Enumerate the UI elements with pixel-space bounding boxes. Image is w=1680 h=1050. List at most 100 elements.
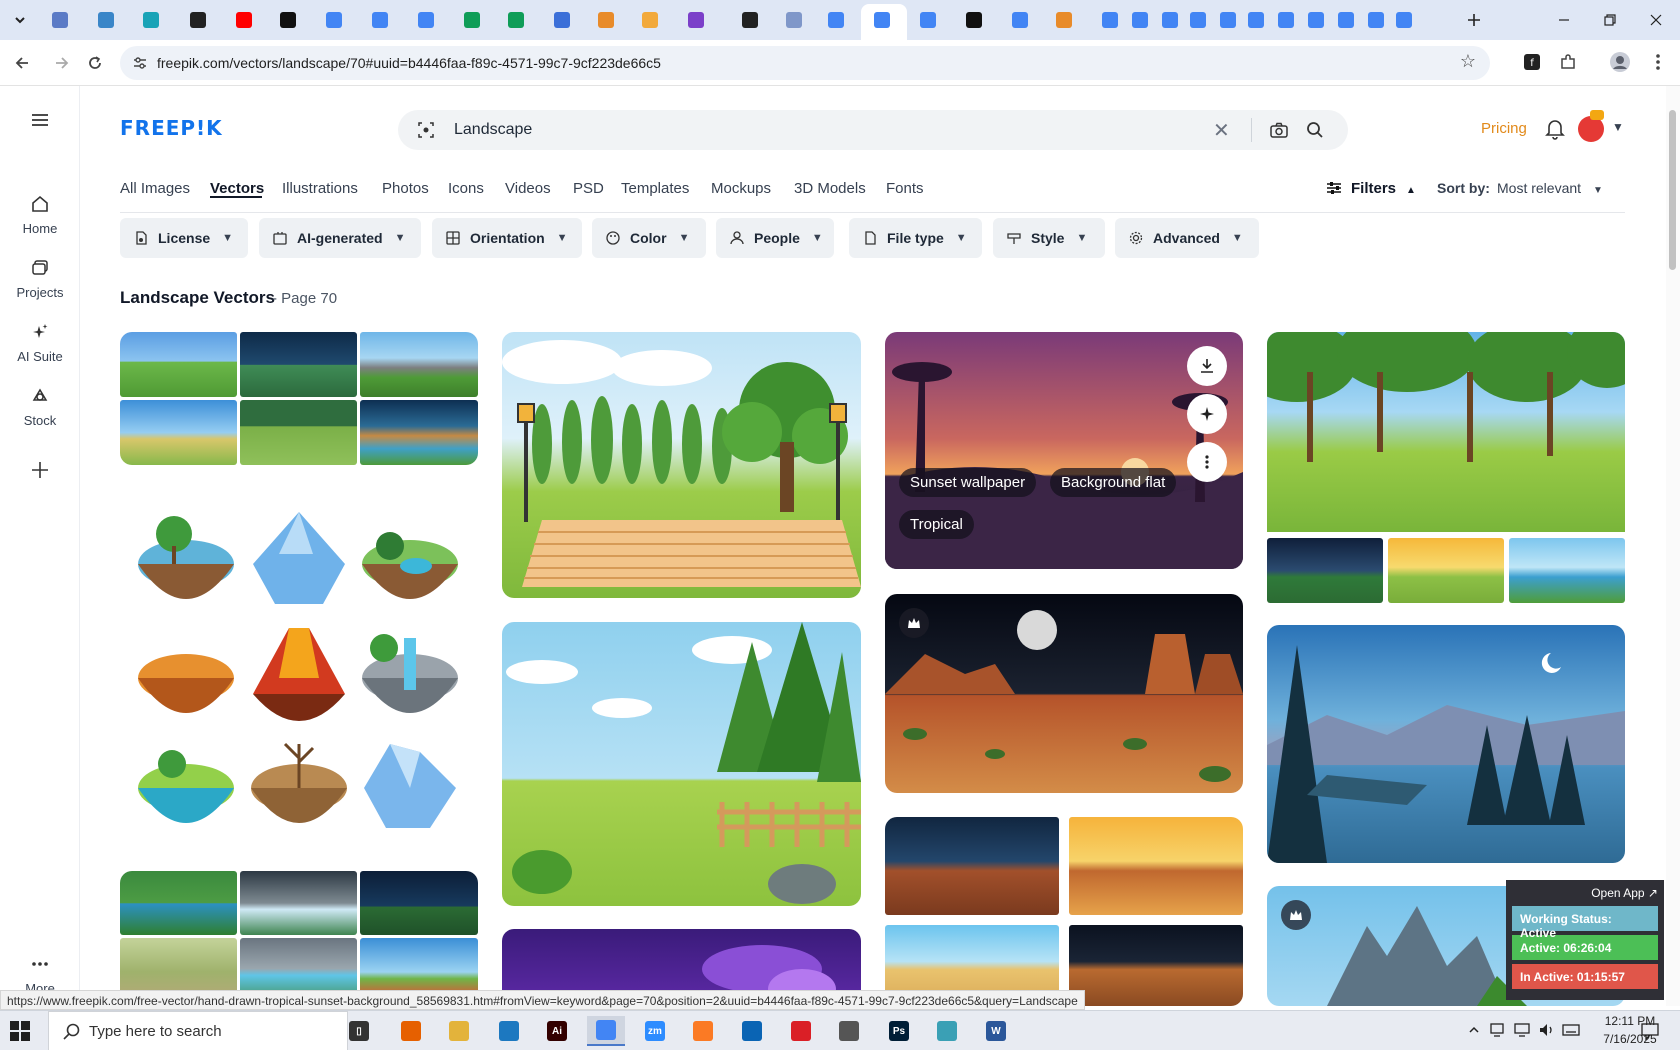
notifications-bell-icon[interactable] (1545, 118, 1565, 140)
profile-button[interactable] (1608, 50, 1632, 74)
browser-tab[interactable] (820, 6, 852, 34)
browser-tab[interactable] (1004, 6, 1036, 34)
taskbar-app-file-explorer[interactable] (440, 1016, 478, 1046)
browser-tab[interactable] (1240, 6, 1272, 34)
chevron-up-icon[interactable] (1468, 1024, 1480, 1036)
sidebar-item-home[interactable]: Home (0, 194, 80, 238)
tab-search-button[interactable] (4, 6, 36, 34)
taskbar-app-illustrator[interactable]: Ai (538, 1016, 576, 1046)
scrollbar-thumb[interactable] (1669, 110, 1676, 270)
tab-fonts[interactable]: Fonts (886, 180, 924, 197)
browser-tab[interactable] (734, 6, 766, 34)
browser-tab[interactable] (456, 6, 488, 34)
sidebar-item-ai-suite[interactable]: AI Suite (0, 322, 80, 366)
browser-tab[interactable] (410, 6, 442, 34)
more-options-button[interactable] (1187, 442, 1227, 482)
browser-tab[interactable] (228, 6, 260, 34)
ai-edit-button[interactable] (1187, 394, 1227, 434)
browser-tab[interactable] (500, 6, 532, 34)
user-avatar[interactable] (1578, 110, 1604, 142)
tab-psd[interactable]: PSD (573, 180, 604, 197)
taskbar-app-zoom[interactable]: zm (636, 1016, 674, 1046)
browser-tab[interactable] (272, 6, 304, 34)
freepik-logo[interactable]: FREEP!K (120, 116, 223, 140)
page-scrollbar[interactable] (1666, 86, 1680, 1006)
browser-tab[interactable] (680, 6, 712, 34)
taskbar-app-chrome[interactable] (587, 1016, 625, 1046)
taskbar-app-pen-tool[interactable] (830, 1016, 868, 1046)
browser-tab[interactable] (866, 6, 898, 34)
filter-color[interactable]: Color ▼ (592, 218, 706, 258)
browser-tab[interactable] (1270, 6, 1302, 34)
filter-ai-generated[interactable]: AI-generated ▼ (259, 218, 421, 258)
browser-tab[interactable] (1388, 6, 1420, 34)
browser-tab[interactable] (634, 6, 666, 34)
browser-tab[interactable] (778, 6, 810, 34)
address-bar[interactable]: freepik.com/vectors/landscape/70#uuid=b4… (120, 46, 1490, 80)
bookmark-star-icon[interactable]: ☆ (1460, 51, 1476, 72)
new-tab-button[interactable] (1458, 6, 1490, 34)
image-card-hovered[interactable]: Sunset wallpaper Background flat Tropica… (885, 332, 1243, 569)
filter-orientation[interactable]: Orientation ▼ (432, 218, 582, 258)
search-icon[interactable] (1306, 121, 1324, 139)
browser-tab[interactable] (90, 6, 122, 34)
extension-icon[interactable]: f (1520, 50, 1544, 74)
browser-tab[interactable] (912, 6, 944, 34)
close-window-button[interactable] (1636, 8, 1676, 32)
browser-tab[interactable] (546, 6, 578, 34)
back-button[interactable] (7, 48, 37, 78)
tag-chip[interactable]: Background flat (1050, 468, 1177, 497)
browser-tab[interactable] (1094, 6, 1126, 34)
search-input[interactable]: Landscape (454, 121, 532, 139)
image-card[interactable] (502, 332, 861, 598)
open-app-link[interactable]: Open App ↗ (1512, 886, 1658, 900)
minimize-button[interactable] (1544, 8, 1584, 32)
taskbar-app-xampp[interactable] (684, 1016, 722, 1046)
sidebar-item-projects[interactable]: Projects (0, 258, 80, 302)
keyboard-icon[interactable] (1562, 1022, 1580, 1038)
chevron-down-icon[interactable]: ▼ (1612, 120, 1624, 134)
image-card[interactable] (885, 817, 1243, 1006)
taskbar-app-firefox[interactable] (392, 1016, 430, 1046)
tab-mockups[interactable]: Mockups (711, 180, 771, 197)
filter-people[interactable]: People ▼ (716, 218, 834, 258)
volume-icon[interactable] (1538, 1022, 1556, 1038)
image-card[interactable] (120, 332, 478, 465)
taskbar-app-vs-code[interactable] (490, 1016, 528, 1046)
tag-chip[interactable]: Tropical (899, 510, 974, 539)
pricing-link[interactable]: Pricing (1481, 120, 1527, 137)
tab-3d-models[interactable]: 3D Models (794, 180, 866, 197)
image-card[interactable] (502, 622, 861, 906)
camera-search-icon[interactable] (1270, 122, 1288, 138)
browser-tab[interactable] (1182, 6, 1214, 34)
add-button[interactable] (0, 460, 80, 486)
browser-tab[interactable] (135, 6, 167, 34)
browser-tab[interactable] (364, 6, 396, 34)
display-icon[interactable] (1514, 1022, 1532, 1038)
taskbar-app-outlook[interactable] (733, 1016, 771, 1046)
image-card[interactable] (1267, 625, 1625, 863)
tab-all-images[interactable]: All Images (120, 180, 190, 197)
taskbar-search[interactable]: Type here to search (48, 1011, 348, 1050)
restore-button[interactable] (1590, 8, 1630, 32)
image-card[interactable] (120, 492, 478, 930)
filter-license[interactable]: License ▼ (120, 218, 248, 258)
tab-illustrations[interactable]: Illustrations (282, 180, 358, 197)
taskbar-app-task-view[interactable]: ▯ (340, 1016, 378, 1046)
browser-tab[interactable] (958, 6, 990, 34)
hamburger-menu-button[interactable] (0, 110, 80, 136)
browser-tab[interactable] (1330, 6, 1362, 34)
browser-tab[interactable] (182, 6, 214, 34)
filter-file-type[interactable]: File type ▼ (849, 218, 982, 258)
sort-dropdown[interactable]: Most relevant ▼ (1497, 180, 1603, 196)
tab-photos[interactable]: Photos (382, 180, 429, 197)
tag-chip[interactable]: Sunset wallpaper (899, 468, 1037, 497)
browser-menu-button[interactable] (1646, 50, 1670, 74)
taskbar-app-photoshop[interactable]: Ps (880, 1016, 918, 1046)
forward-button[interactable] (47, 48, 77, 78)
filter-advanced[interactable]: Advanced ▼ (1115, 218, 1259, 258)
windows-start-icon[interactable] (8, 1019, 32, 1043)
site-settings-icon[interactable] (132, 55, 148, 71)
image-card[interactable] (120, 871, 478, 1006)
search-bar[interactable]: Landscape ✕ (398, 110, 1348, 150)
